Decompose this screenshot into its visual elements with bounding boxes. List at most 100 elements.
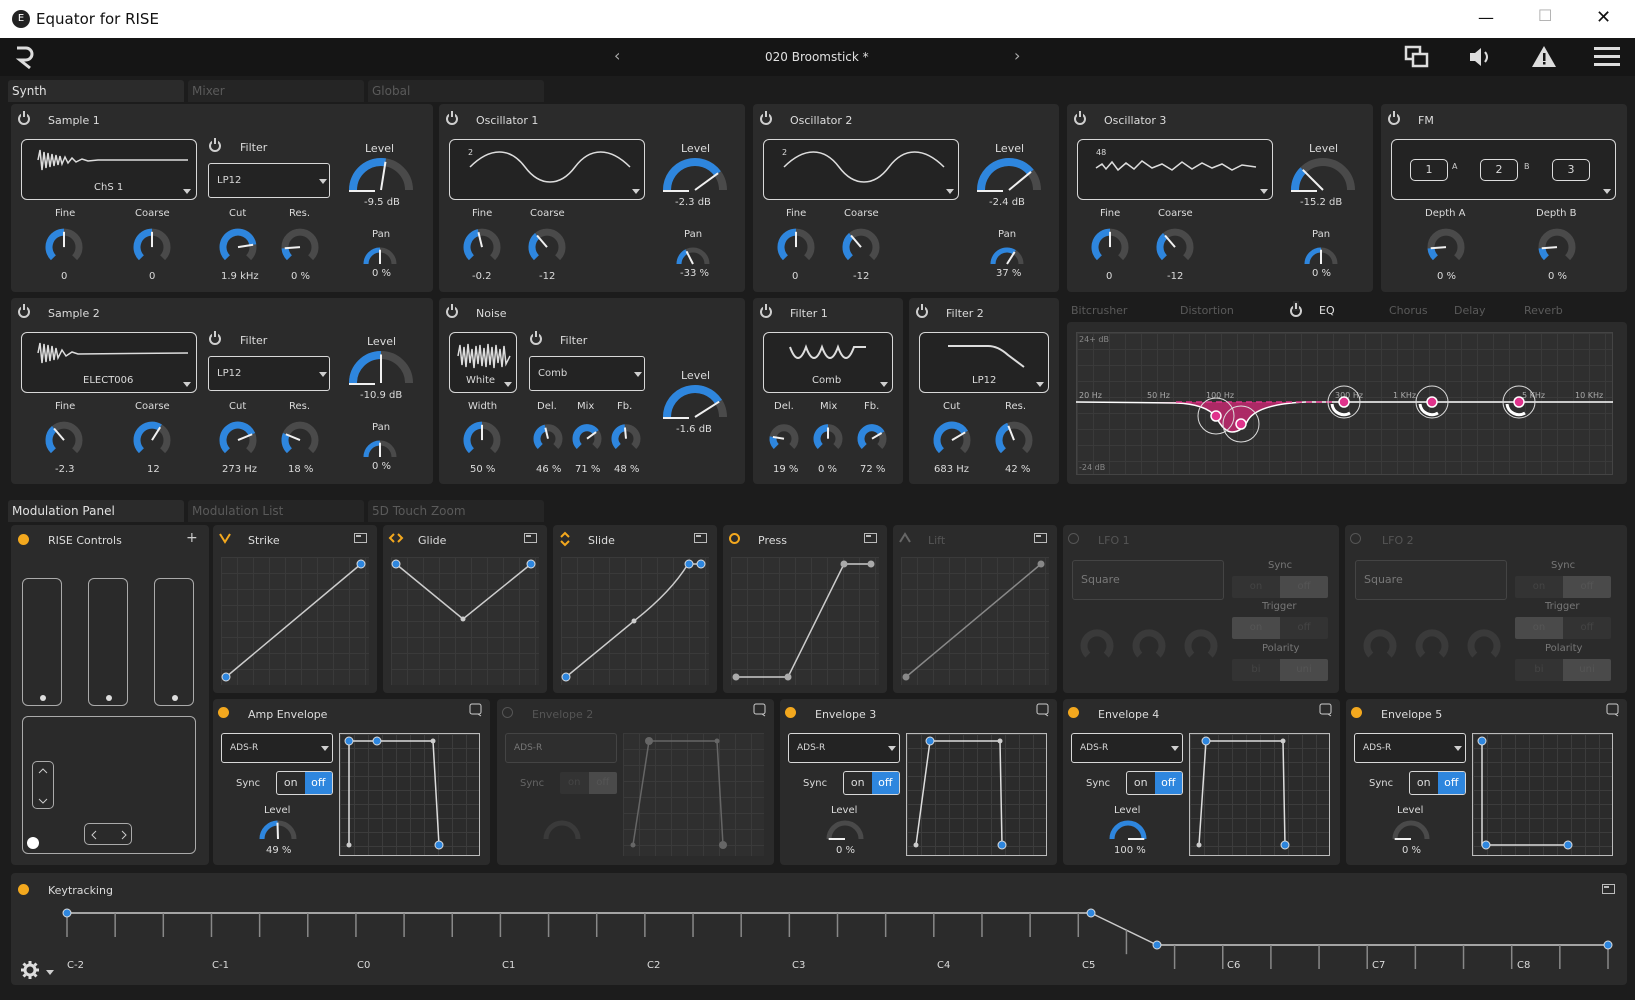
fm-depth-b-knob[interactable]	[1533, 224, 1581, 266]
lfo2-shape-select[interactable]: Square	[1355, 560, 1507, 600]
sample2-cut-knob[interactable]	[214, 417, 262, 459]
slider-handle[interactable]	[106, 695, 112, 701]
env4-expand-icon[interactable]	[1319, 703, 1333, 717]
toggle-off[interactable]: off	[871, 772, 899, 794]
env4-curve[interactable]	[1189, 733, 1330, 856]
env3-mode-select[interactable]: ADS-R	[788, 733, 900, 763]
toggle-on[interactable]: on	[1410, 772, 1438, 794]
osc2-power-icon[interactable]	[760, 111, 772, 125]
sample1-filter-type-select[interactable]: LP12	[208, 163, 330, 198]
lfo2-sync-toggle[interactable]: on off	[1515, 576, 1611, 598]
updown-control[interactable]	[32, 761, 54, 809]
glide-curve[interactable]	[391, 557, 539, 685]
env3-sync-toggle[interactable]: on off	[843, 771, 900, 795]
lfo1-polarity-toggle[interactable]: bi uni	[1232, 659, 1328, 681]
filter2-res-knob[interactable]	[990, 417, 1038, 459]
menu-icon[interactable]	[1594, 46, 1620, 68]
lfo2-knob-1[interactable]	[1358, 625, 1402, 663]
osc3-wave-display[interactable]: 48	[1077, 139, 1273, 200]
leftright-control[interactable]	[84, 823, 132, 845]
filter1-mix-knob[interactable]	[809, 420, 847, 454]
toggle-uni[interactable]: uni	[1563, 659, 1611, 681]
toggle-off[interactable]: off	[1154, 772, 1182, 794]
toggle-off[interactable]: off	[1280, 576, 1328, 598]
env4-level-knob[interactable]	[1108, 819, 1148, 841]
sample1-filter-power-icon[interactable]	[209, 138, 221, 152]
env3-expand-icon[interactable]	[1036, 703, 1050, 717]
noise-mix-knob[interactable]	[568, 420, 606, 454]
rise-slider-2[interactable]	[88, 578, 128, 706]
toggle-off[interactable]: off	[1563, 576, 1611, 598]
sample2-power-icon[interactable]	[18, 304, 30, 318]
sample2-coarse-knob[interactable]	[128, 417, 176, 459]
env1-curve[interactable]	[339, 733, 480, 856]
tab-5d-touch-zoom[interactable]: 5D Touch Zoom	[368, 500, 544, 522]
lfo2-indicator[interactable]	[1350, 533, 1361, 544]
toggle-bi[interactable]: bi	[1232, 659, 1280, 681]
osc1-level-knob[interactable]	[658, 152, 732, 196]
maximize-button[interactable]: ☐	[1538, 6, 1552, 25]
env2-level-knob[interactable]	[542, 819, 582, 841]
toggle-off[interactable]: off	[1280, 617, 1328, 639]
toggle-bi[interactable]: bi	[1515, 659, 1563, 681]
env5-curve[interactable]	[1472, 733, 1613, 856]
osc2-wave-display[interactable]: 2	[763, 139, 959, 200]
lfo1-indicator[interactable]	[1068, 533, 1079, 544]
fx-tab-reverb[interactable]: Reverb	[1520, 300, 1580, 322]
fm-routing-display[interactable]: 1 A 2 B 3	[1391, 139, 1616, 200]
osc1-pan-knob[interactable]	[675, 242, 711, 266]
env1-indicator[interactable]	[218, 707, 229, 718]
fx-tab-distortion[interactable]: Distortion	[1176, 300, 1280, 322]
osc1-wave-display[interactable]: 2	[449, 139, 645, 200]
slider-handle[interactable]	[40, 695, 46, 701]
fm-depth-a-knob[interactable]	[1422, 224, 1470, 266]
filter1-type-display[interactable]: Comb	[763, 332, 893, 393]
noise-power-icon[interactable]	[446, 304, 458, 318]
fm-op1[interactable]: 1	[1410, 159, 1448, 181]
noise-del-knob[interactable]	[529, 420, 567, 454]
env4-sync-toggle[interactable]: on off	[1126, 771, 1183, 795]
lfo2-knob-2[interactable]	[1410, 625, 1454, 663]
rise-controls-add-icon[interactable]: +	[186, 530, 198, 546]
fx-tab-chorus[interactable]: Chorus	[1385, 300, 1445, 322]
settings-gear-icon[interactable]	[20, 960, 40, 980]
sample2-fine-knob[interactable]	[40, 417, 88, 459]
rise-xy-pad[interactable]	[22, 716, 196, 854]
toggle-off[interactable]: off	[304, 772, 332, 794]
tab-modulation-list[interactable]: Modulation List	[188, 500, 364, 522]
env3-curve[interactable]	[906, 733, 1047, 856]
press-curve[interactable]	[731, 557, 879, 685]
env1-expand-icon[interactable]	[469, 703, 483, 717]
fx-tab-eq[interactable]: EQ	[1315, 300, 1365, 322]
lfo1-trigger-toggle[interactable]: on off	[1232, 617, 1328, 639]
fx-tab-bitcrusher[interactable]: Bitcrusher	[1067, 300, 1171, 322]
env5-sync-toggle[interactable]: on off	[1409, 771, 1466, 795]
settings-dropdown-icon[interactable]	[46, 970, 54, 975]
sample2-level-knob[interactable]	[344, 345, 418, 389]
osc1-fine-knob[interactable]	[458, 224, 506, 266]
lfo1-knob-3[interactable]	[1179, 625, 1223, 663]
sample2-pan-knob[interactable]	[362, 435, 398, 459]
noise-width-knob[interactable]	[458, 417, 506, 459]
noise-fb-knob[interactable]	[607, 420, 645, 454]
preset-name[interactable]: 020 Broomstick *	[765, 50, 869, 64]
env2-curve[interactable]	[623, 733, 764, 856]
env2-expand-icon[interactable]	[753, 703, 767, 717]
next-preset-button[interactable]: ›	[1014, 46, 1020, 65]
close-button[interactable]: ✕	[1596, 7, 1611, 28]
lfo1-knob-2[interactable]	[1127, 625, 1171, 663]
tab-mixer[interactable]: Mixer	[188, 80, 364, 102]
filter2-type-display[interactable]: LP12	[919, 332, 1049, 393]
sample2-wave-display[interactable]: ELECT006	[21, 332, 197, 393]
env5-indicator[interactable]	[1351, 707, 1362, 718]
osc3-level-knob[interactable]	[1286, 152, 1360, 196]
env1-sync-toggle[interactable]: on off	[276, 771, 333, 795]
noise-filter-power-icon[interactable]	[530, 331, 542, 345]
sample1-coarse-knob[interactable]	[128, 224, 176, 266]
lfo2-trigger-toggle[interactable]: on off	[1515, 617, 1611, 639]
strike-curve[interactable]	[221, 557, 369, 685]
xy-pad-dot[interactable]	[27, 837, 39, 849]
env3-level-knob[interactable]	[825, 819, 865, 841]
env1-level-knob[interactable]	[258, 819, 298, 841]
osc3-power-icon[interactable]	[1074, 111, 1086, 125]
